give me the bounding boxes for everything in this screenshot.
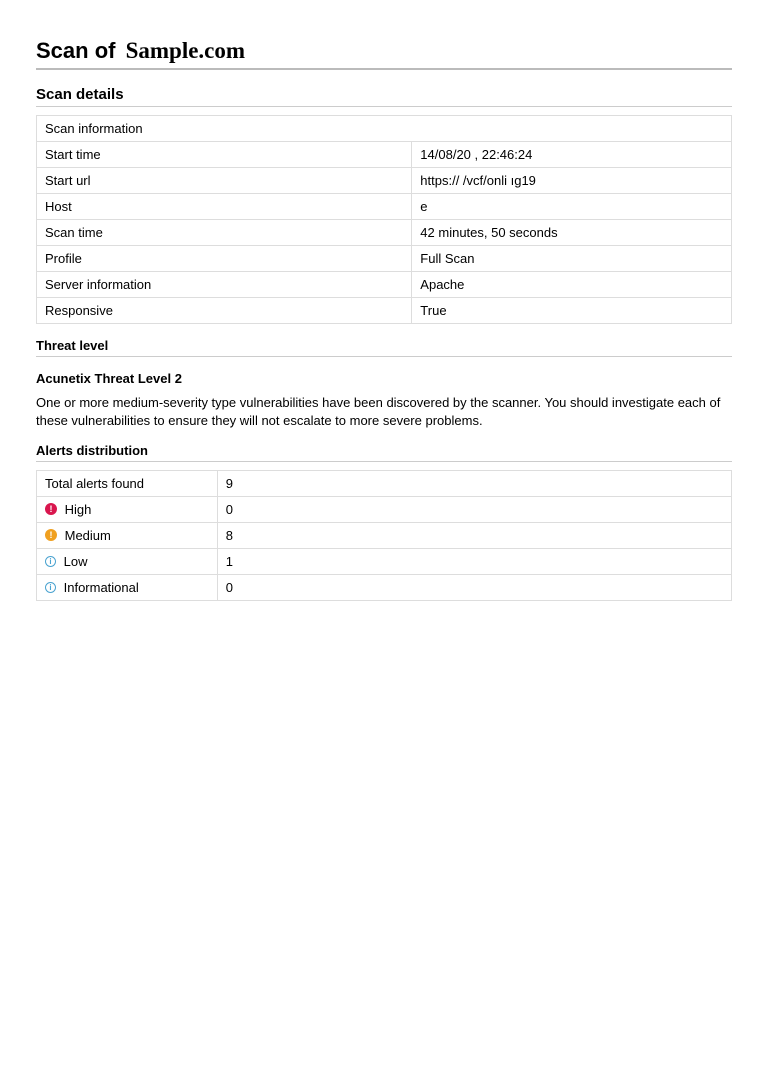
scan-info-value: https:// /vcf/onli ıg19 bbox=[412, 168, 732, 194]
alerts-total-label: Total alerts found bbox=[37, 471, 218, 497]
scan-info-label: Start url bbox=[37, 168, 412, 194]
scan-info-value: e bbox=[412, 194, 732, 220]
scan-info-value: Full Scan bbox=[412, 246, 732, 272]
severity-low-icon: i bbox=[45, 556, 56, 567]
scan-info-label: Profile bbox=[37, 246, 412, 272]
alerts-table: Total alerts found 9 ! High0! Medium8i L… bbox=[36, 470, 732, 601]
alerts-severity-value: 1 bbox=[217, 549, 731, 575]
scan-info-value: True bbox=[412, 298, 732, 324]
scan-info-row: ResponsiveTrue bbox=[37, 298, 732, 324]
alerts-row: ! Medium8 bbox=[37, 523, 732, 549]
scan-info-label: Host bbox=[37, 194, 412, 220]
alerts-row: ! High0 bbox=[37, 497, 732, 523]
severity-high-icon: ! bbox=[45, 503, 57, 515]
scan-info-value: 14/08/20 , 22:46:24 bbox=[412, 142, 732, 168]
scan-info-row: ProfileFull Scan bbox=[37, 246, 732, 272]
scan-info-label: Responsive bbox=[37, 298, 412, 324]
scan-info-value: 42 minutes, 50 seconds bbox=[412, 220, 732, 246]
scan-info-row: Scan time42 minutes, 50 seconds bbox=[37, 220, 732, 246]
severity-info-icon: i bbox=[45, 582, 56, 593]
alerts-severity-value: 0 bbox=[217, 497, 731, 523]
scan-info-row: Start urlhttps:// /vcf/onli ıg19 bbox=[37, 168, 732, 194]
alerts-severity-label: Medium bbox=[61, 528, 111, 543]
alerts-severity-cell: ! High bbox=[37, 497, 218, 523]
page-title: Scan of Sample.com bbox=[36, 38, 732, 70]
alerts-severity-cell: i Low bbox=[37, 549, 218, 575]
scan-info-row: Hoste bbox=[37, 194, 732, 220]
threat-level-heading: Threat level bbox=[36, 338, 732, 357]
scan-info-label: Start time bbox=[37, 142, 412, 168]
alerts-severity-cell: i Informational bbox=[37, 575, 218, 601]
alerts-total-value: 9 bbox=[217, 471, 731, 497]
alerts-row: i Low1 bbox=[37, 549, 732, 575]
scan-info-table: Scan information Start time14/08/20 , 22… bbox=[36, 115, 732, 324]
scan-info-label: Server information bbox=[37, 272, 412, 298]
severity-medium-icon: ! bbox=[45, 529, 57, 541]
alerts-severity-label: Low bbox=[60, 554, 87, 569]
alerts-severity-label: High bbox=[61, 502, 91, 517]
scan-info-header: Scan information bbox=[37, 116, 732, 142]
scan-details-heading: Scan details bbox=[36, 86, 732, 107]
alerts-severity-label: Informational bbox=[60, 580, 139, 595]
title-prefix: Scan of bbox=[36, 38, 115, 63]
scan-info-value: Apache bbox=[412, 272, 732, 298]
alerts-severity-value: 0 bbox=[217, 575, 731, 601]
scan-info-row: Start time14/08/20 , 22:46:24 bbox=[37, 142, 732, 168]
scan-info-row: Server informationApache bbox=[37, 272, 732, 298]
threat-level-title: Acunetix Threat Level 2 bbox=[36, 371, 732, 386]
alerts-row: i Informational0 bbox=[37, 575, 732, 601]
scan-target: Sample.com bbox=[126, 38, 245, 63]
alerts-severity-value: 8 bbox=[217, 523, 731, 549]
scan-info-label: Scan time bbox=[37, 220, 412, 246]
scan-info-header-row: Scan information bbox=[37, 116, 732, 142]
threat-level-paragraph: One or more medium-severity type vulnera… bbox=[36, 394, 732, 429]
alerts-total-row: Total alerts found 9 bbox=[37, 471, 732, 497]
alerts-distribution-heading: Alerts distribution bbox=[36, 443, 732, 462]
alerts-severity-cell: ! Medium bbox=[37, 523, 218, 549]
